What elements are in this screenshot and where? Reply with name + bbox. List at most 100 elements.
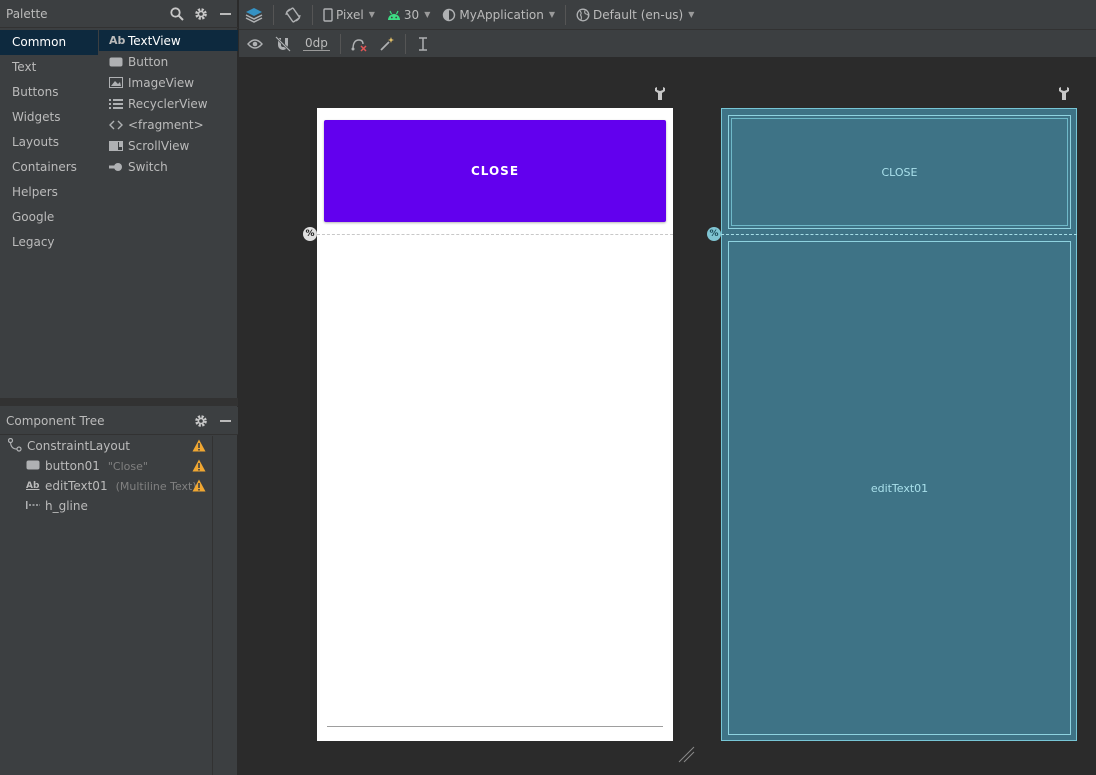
palette-header: Palette (0, 0, 238, 28)
phone-icon (323, 7, 333, 22)
palette-item-label: Switch (128, 159, 168, 174)
scrollview-icon (109, 140, 127, 151)
orientation-button[interactable] (278, 3, 308, 27)
category-containers[interactable]: Containers (0, 155, 98, 180)
toolbar-separator (565, 4, 567, 25)
palette-item-switch[interactable]: Switch (99, 156, 238, 177)
toolbar-separator (404, 33, 406, 54)
blueprint-horizontal-guideline[interactable] (721, 234, 1077, 235)
minimize-icon[interactable] (218, 7, 232, 21)
theme-icon (442, 8, 456, 22)
tree-node-edittext01[interactable]: Ab editText01 (Multiline Text) (0, 476, 238, 496)
horizontal-guideline[interactable] (317, 234, 673, 235)
design-toolbar: Pixel ▼ 30 ▼ MyApplication ▼ Default (en… (239, 0, 1096, 30)
device-label: Pixel (336, 7, 364, 22)
component-tree: ConstraintLayout button01 "Close" Ab edi… (0, 436, 238, 516)
warning-icon[interactable] (192, 439, 206, 455)
tree-node-button01[interactable]: button01 "Close" (0, 456, 238, 476)
palette-item-scrollview[interactable]: ScrollView (99, 135, 238, 156)
palette-item-button[interactable]: Button (99, 51, 238, 72)
category-layouts[interactable]: Layouts (0, 130, 98, 155)
locale-label: Default (en-us) (593, 7, 684, 22)
category-legacy[interactable]: Legacy (0, 230, 98, 255)
device-selector[interactable]: Pixel ▼ (317, 3, 381, 27)
tree-node-label: h_gline (45, 499, 88, 513)
guideline-icon (26, 499, 45, 513)
magnet-off-icon (275, 35, 291, 52)
constraint-layout-icon (7, 437, 27, 455)
palette-item-label: ImageView (128, 75, 195, 90)
palette-item-label: ScrollView (128, 138, 190, 153)
component-tree-title: Component Tree (6, 413, 105, 428)
clear-constraints-icon (351, 36, 367, 52)
left-panel: Palette Common Text Buttons Widgets Layo… (0, 0, 238, 775)
switch-icon (109, 162, 127, 172)
default-margin-value: 0dp (303, 36, 330, 51)
layout-toolbar: 0dp (239, 30, 1096, 58)
magic-wand-icon (379, 36, 395, 52)
category-buttons[interactable]: Buttons (0, 80, 98, 105)
rotate-icon (284, 6, 302, 24)
category-google[interactable]: Google (0, 205, 98, 230)
guideline-percent-handle[interactable]: % (303, 227, 317, 241)
api-level-selector[interactable]: 30 ▼ (381, 3, 436, 27)
blueprint-guideline-percent-handle[interactable]: % (707, 227, 721, 241)
infer-constraints-button[interactable] (373, 32, 401, 56)
resize-handle-icon[interactable] (677, 745, 695, 766)
gear-icon[interactable] (194, 7, 208, 21)
category-helpers[interactable]: Helpers (0, 180, 98, 205)
tree-node-label: editText01 (45, 479, 108, 493)
recyclerview-icon (109, 98, 127, 109)
gear-icon[interactable] (194, 414, 208, 428)
view-options-button[interactable] (239, 32, 269, 56)
chevron-down-icon: ▼ (424, 10, 431, 19)
toolbar-separator (312, 4, 313, 25)
chevron-down-icon: ▼ (368, 10, 375, 19)
tree-gutter-divider (212, 436, 213, 775)
tree-node-h-gline[interactable]: h_gline (0, 496, 238, 516)
warning-icon[interactable] (192, 479, 206, 495)
design-surface-button[interactable] (239, 3, 269, 27)
guidelines-button[interactable] (410, 32, 436, 56)
fragment-icon (109, 120, 127, 130)
palette-item-textview[interactable]: Ab TextView (99, 30, 238, 51)
blueprint-close-button[interactable]: CLOSE (731, 118, 1068, 226)
edittext-underline (327, 726, 663, 727)
theme-selector[interactable]: MyApplication ▼ (436, 3, 561, 27)
palette-item-recyclerview[interactable]: RecyclerView (99, 93, 238, 114)
tree-node-hint: (Multiline Text) (115, 479, 197, 493)
wrench-icon[interactable] (654, 86, 666, 100)
default-margin-field[interactable]: 0dp (297, 32, 336, 56)
locale-selector[interactable]: Default (en-us) ▼ (570, 3, 700, 27)
chevron-down-icon: ▼ (548, 10, 556, 19)
close-button[interactable]: CLOSE (324, 120, 666, 222)
align-icon (416, 36, 430, 52)
palette-item-label: Button (128, 54, 169, 69)
clear-constraints-button[interactable] (345, 32, 373, 56)
palette-item-label: TextView (128, 33, 181, 48)
warning-icon[interactable] (192, 459, 206, 475)
category-widgets[interactable]: Widgets (0, 105, 98, 130)
theme-label: MyApplication (459, 7, 544, 22)
palette-items: Ab TextView Button ImageView RecyclerVie… (99, 30, 238, 177)
palette-title: Palette (6, 6, 48, 21)
category-common[interactable]: Common (0, 30, 98, 55)
wrench-icon[interactable] (1058, 86, 1070, 100)
toolbar-separator (273, 4, 274, 25)
palette-categories: Common Text Buttons Widgets Layouts Cont… (0, 30, 98, 255)
blueprint-edittext[interactable]: editText01 (728, 241, 1071, 735)
palette-item-imageview[interactable]: ImageView (99, 72, 238, 93)
tree-node-constraintlayout[interactable]: ConstraintLayout (0, 436, 238, 456)
globe-icon (576, 8, 590, 22)
palette-item-fragment[interactable]: <fragment> (99, 114, 238, 135)
chevron-down-icon: ▼ (688, 10, 695, 19)
panel-splitter[interactable] (0, 398, 238, 406)
layers-icon (245, 6, 263, 24)
tree-node-label: button01 (45, 459, 100, 473)
search-icon[interactable] (170, 7, 184, 21)
android-icon (387, 9, 401, 21)
minimize-icon[interactable] (218, 414, 232, 428)
tree-node-label: ConstraintLayout (27, 439, 131, 453)
category-text[interactable]: Text (0, 55, 98, 80)
autoconnect-toggle[interactable] (269, 32, 297, 56)
